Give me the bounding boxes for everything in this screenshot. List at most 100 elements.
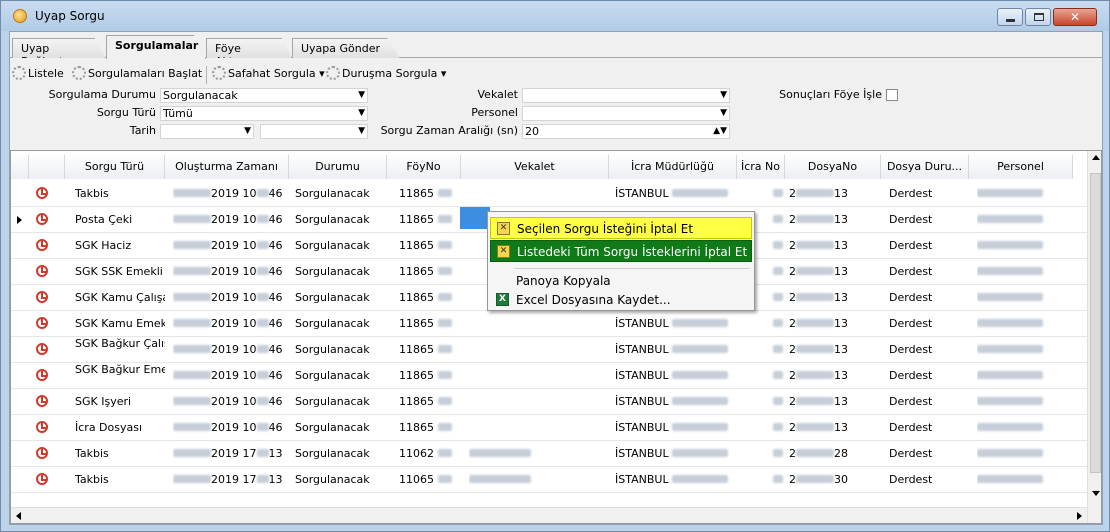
cancel-icon: ✕	[497, 245, 510, 258]
redacted	[173, 267, 211, 275]
clock-icon	[36, 213, 48, 225]
scroll-up-icon[interactable]	[1092, 155, 1100, 160]
cell-foyno: 11062	[399, 441, 459, 467]
cell-dosya-durumu: Derdest	[889, 265, 933, 278]
cell-icra-mudurlugu: İSTANBUL	[615, 337, 735, 363]
scroll-left-icon[interactable]	[16, 512, 21, 520]
zaman-text: 2019 10	[211, 239, 257, 252]
vertical-scrollbar[interactable]	[1087, 151, 1101, 523]
scroll-right-icon[interactable]	[1077, 512, 1082, 520]
durusma-sorgula-dropdown[interactable]: Duruşma Sorgula ▾	[326, 66, 446, 80]
zaman-text2: 13	[268, 473, 283, 486]
maximize-icon	[1034, 13, 1044, 21]
icra-text: İSTANBUL	[615, 421, 669, 434]
sorgulamalari-baslat-button[interactable]: Sorgulamaları Başlat	[72, 66, 202, 80]
tarih-select-2[interactable]: ▼	[260, 124, 368, 139]
cancel-all-requests-item[interactable]: ✕ Listedeki Tüm Sorgu İsteklerini İptal E…	[490, 240, 752, 262]
cell-vekalet	[469, 337, 609, 363]
toolbar-separator	[206, 66, 207, 84]
horizontal-scrollbar[interactable]	[11, 507, 1087, 523]
tarih-select[interactable]: ▼	[160, 124, 254, 139]
chevron-down-icon: ▼	[720, 90, 727, 100]
cell-foyno: 11865	[399, 259, 459, 285]
cell-durumu: Sorgulanacak	[295, 291, 370, 304]
table-row[interactable]: SGK Bağkur Emekli 2019 10 46 Sorgulanacak 11…	[11, 363, 1087, 389]
table-row[interactable]: Takbis 2019 10 46 Sorgulanacak 11865 İSTANBU…	[11, 181, 1087, 207]
table-row[interactable]: SGK Bağkur Çalışan 2019 10 46 Sorgulanacak 1…	[11, 337, 1087, 363]
cell-sorgu-turu: Takbis	[75, 473, 109, 486]
vekalet-select[interactable]: ▼	[522, 88, 730, 103]
cell-dosyano: 2 13	[789, 337, 881, 363]
tab-sorgulamalar[interactable]: Sorgulamalar	[106, 35, 206, 59]
chevron-down-icon: ▼	[358, 108, 365, 118]
menu-item-label: Listedeki Tüm Sorgu İsteklerini İptal Et	[517, 245, 748, 259]
menu-item-label: Panoya Kopyala	[516, 274, 611, 288]
col-header[interactable]: Oluşturma Zamanı	[165, 155, 289, 179]
spinner-icon[interactable]: ▲▼	[713, 125, 727, 138]
dosya-pre: 2	[789, 317, 796, 330]
redacted	[773, 319, 783, 327]
col-header[interactable]: Personel	[969, 155, 1073, 179]
redacted	[773, 371, 783, 379]
redacted	[672, 475, 729, 483]
table-row[interactable]: SGK Işyeri 2019 10 46 Sorgulanacak 11865 İST…	[11, 389, 1087, 415]
cell-personel	[977, 363, 1073, 389]
cell-personel	[977, 337, 1073, 363]
redacted	[173, 397, 211, 405]
cell-durumu: Sorgulanacak	[295, 369, 370, 382]
zaman-text: 2019 10	[211, 317, 257, 330]
table-row[interactable]: Takbis 2019 17 13 Sorgulanacak 11062 İSTANBU…	[11, 441, 1087, 467]
table-row[interactable]: Takbis 2019 17 13 Sorgulanacak 11065 İSTANBU…	[11, 467, 1087, 493]
cell-foyno: 11865	[399, 389, 459, 415]
redacted	[796, 267, 834, 275]
table-row[interactable]: SGK Kamu Emekli 2019 10 46 Sorgulanacak 1186…	[11, 311, 1087, 337]
maximize-button[interactable]	[1025, 8, 1051, 26]
redacted	[469, 475, 531, 483]
tab-uyapa-gonder[interactable]: Uyapa Gönder	[292, 38, 400, 58]
col-header[interactable]: DosyaNo	[785, 155, 881, 179]
safahat-sorgula-dropdown[interactable]: Safahat Sorgula ▾	[212, 66, 325, 80]
col-header[interactable]: Sorgu Türü	[65, 155, 165, 179]
col-header[interactable]: İcra Müdürlüğü	[609, 155, 737, 179]
redacted	[437, 475, 452, 483]
minimize-button[interactable]	[997, 8, 1023, 26]
redacted	[437, 423, 452, 431]
redacted	[173, 345, 211, 353]
cancel-selected-request-item[interactable]: ✕ Seçilen Sorgu İsteğini İptal Et	[490, 217, 752, 239]
col-header[interactable]: Dosya Duru...	[881, 155, 969, 179]
col-header[interactable]: FöyNo	[387, 155, 461, 179]
sorgu-turu-select[interactable]: Tümü ▼	[160, 106, 368, 121]
zaman-araligi-spinner[interactable]: 20 ▲▼	[522, 124, 730, 139]
cell-durumu: Sorgulanacak	[295, 473, 370, 486]
zaman-text2: 46	[268, 317, 283, 330]
clock-icon	[36, 265, 48, 277]
dosya-pre: 2	[789, 291, 796, 304]
tab-uyap-baglanti[interactable]: Uyap Bağlantı	[12, 38, 106, 58]
table-row[interactable]: İcra Dosyası 2019 10 46 Sorgulanacak 11865 İ…	[11, 415, 1087, 441]
col-header[interactable]: Vekalet	[461, 155, 609, 179]
redacted	[173, 241, 211, 249]
redacted	[773, 215, 783, 223]
dosya-pre: 2	[789, 473, 796, 486]
close-button[interactable]: ✕	[1053, 8, 1097, 26]
scroll-down-icon[interactable]	[1092, 491, 1100, 496]
redacted	[977, 371, 1043, 379]
title-bar[interactable]: Uyap Sorgu ✕	[1, 1, 1109, 31]
personel-select[interactable]: ▼	[522, 106, 730, 121]
col-header[interactable]: İcra No	[737, 155, 785, 179]
scroll-thumb[interactable]	[1090, 173, 1101, 473]
col-header[interactable]: Durumu	[289, 155, 387, 179]
cell-icra-mudurlugu: İSTANBUL	[615, 389, 735, 415]
cell-vekalet	[469, 363, 609, 389]
selected-cell[interactable]	[460, 207, 490, 229]
sonuclari-foye-isle-checkbox[interactable]	[886, 89, 898, 101]
clock-icon	[36, 291, 48, 303]
cell-durumu: Sorgulanacak	[295, 343, 370, 356]
cell-olusturma-zamani: 2019 10 46	[173, 311, 289, 337]
save-excel-item[interactable]: X Excel Dosyasına Kaydet...	[490, 289, 752, 311]
listele-button[interactable]: Listele	[12, 66, 64, 80]
sorgulama-durumu-select[interactable]: Sorgulanacak ▼	[160, 88, 368, 103]
cell-sorgu-turu: SGK SSK Emekli	[75, 265, 163, 278]
redacted	[469, 449, 531, 457]
tab-foye-aktarim[interactable]: Föye Aktarım	[206, 38, 292, 58]
